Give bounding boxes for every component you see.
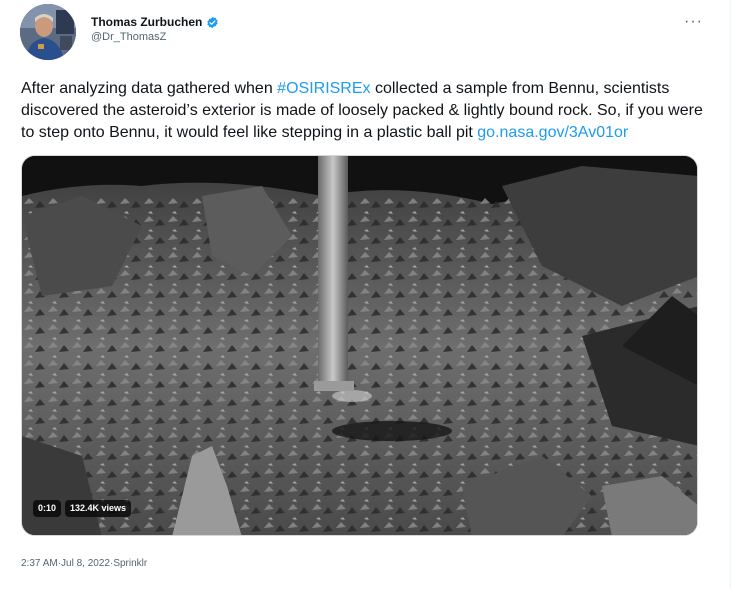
video-views-badge: 132.4K views bbox=[65, 500, 132, 517]
tweet-meta: 2:37 AM · Jul 8, 2022 · Sprinklr bbox=[21, 558, 147, 569]
tweet-source: Sprinklr bbox=[113, 558, 148, 569]
tweet-text-part: After analyzing data gathered when bbox=[21, 80, 278, 97]
url-link[interactable]: go.nasa.gov/3Av01or bbox=[477, 124, 628, 141]
tweet-text: After analyzing data gathered when #OSIR… bbox=[21, 78, 711, 144]
author-display-name[interactable]: Thomas Zurbuchen bbox=[91, 15, 202, 29]
tweet-card: Thomas Zurbuchen @Dr_ThomasZ ··· After a… bbox=[0, 0, 731, 589]
author-avatar[interactable] bbox=[20, 4, 76, 60]
video-duration-badge: 0:10 bbox=[33, 500, 62, 517]
author-name-row[interactable]: Thomas Zurbuchen bbox=[91, 15, 219, 29]
video-thumbnail bbox=[22, 156, 697, 535]
author-handle[interactable]: @Dr_ThomasZ bbox=[91, 31, 166, 43]
verified-badge-icon bbox=[207, 16, 218, 28]
more-horizontal-icon[interactable]: ··· bbox=[684, 14, 703, 30]
hashtag-link[interactable]: #OSIRISREx bbox=[277, 80, 370, 97]
tweet-date[interactable]: Jul 8, 2022 bbox=[61, 558, 110, 569]
tweet-time[interactable]: 2:37 AM bbox=[21, 558, 58, 569]
video-badges: 0:10 132.4K views bbox=[33, 500, 132, 517]
video-player[interactable] bbox=[21, 155, 698, 536]
